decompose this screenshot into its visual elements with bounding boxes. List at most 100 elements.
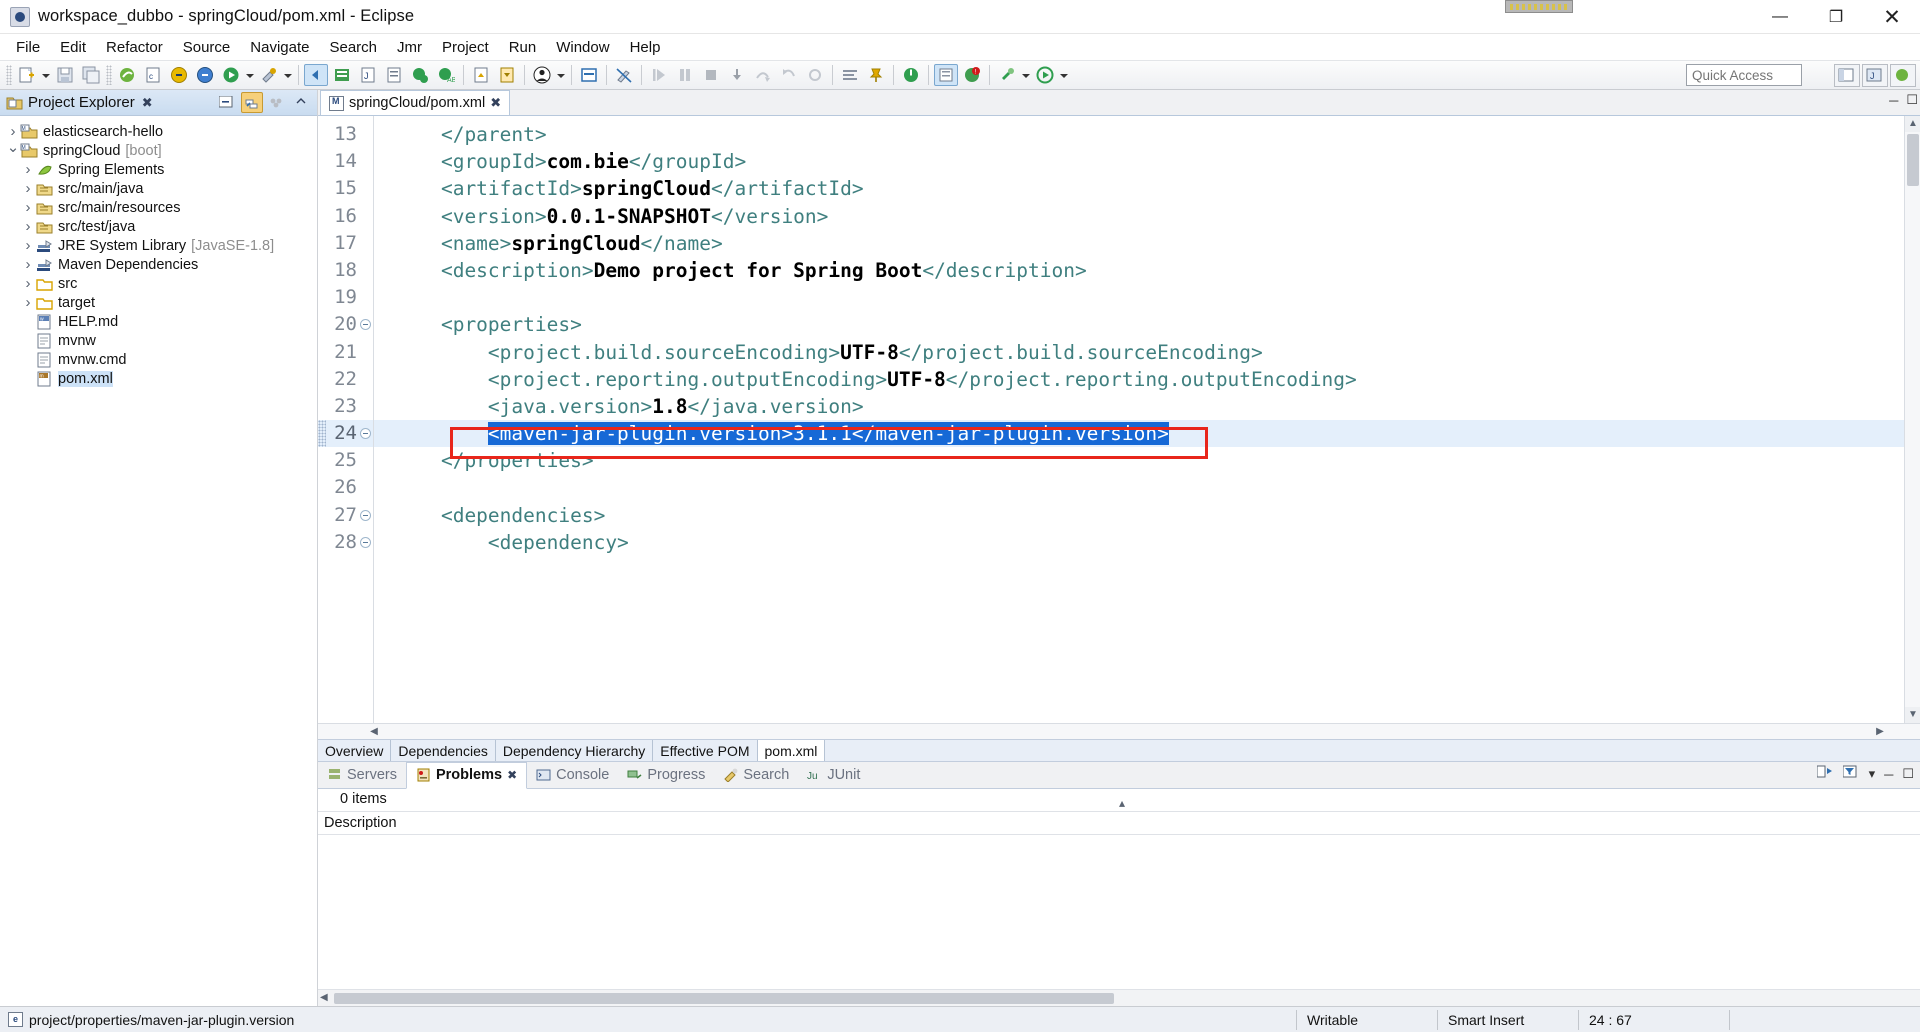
pom-page-tab-overview[interactable]: Overview	[318, 740, 392, 761]
step-into-icon[interactable]	[725, 64, 749, 86]
editor-tab-close-icon[interactable]: ✖	[490, 95, 501, 111]
scroll-right-icon[interactable]: ▶	[1872, 724, 1888, 740]
code-line[interactable]: <java.version>1.8</java.version>	[374, 393, 1904, 420]
problems-column-header[interactable]: Description	[318, 811, 1920, 835]
run-server-arrow-icon[interactable]	[1058, 64, 1070, 86]
chevron-right-icon[interactable]	[21, 237, 35, 254]
toolbar-grip-2[interactable]	[106, 65, 112, 85]
collapse-all-icon[interactable]	[216, 92, 238, 113]
tree-item-jre-system-library[interactable]: JRE System Library[JavaSE-1.8]	[0, 236, 317, 255]
tree-item-maven-dependencies[interactable]: Maven Dependencies	[0, 255, 317, 274]
bottom-view-maximize-icon[interactable]: ☐	[1902, 766, 1914, 782]
sort-caret-icon[interactable]: ▴	[1119, 796, 1125, 810]
next-annotation-icon[interactable]	[469, 64, 493, 86]
problems-filter-icon[interactable]	[1842, 765, 1860, 783]
code-line[interactable]: </parent>	[374, 121, 1904, 148]
pin-console-icon[interactable]	[864, 64, 888, 86]
tree-item-spring-elements[interactable]: Spring Elements	[0, 160, 317, 179]
menu-window[interactable]: Window	[546, 37, 619, 58]
chevron-down-icon[interactable]	[6, 142, 20, 160]
editor-minimize-icon[interactable]: ─	[1889, 93, 1898, 108]
problems-scroll-thumb[interactable]	[334, 993, 1114, 1004]
bottom-tab-search[interactable]: Search	[714, 764, 798, 786]
restart-server-icon[interactable]	[899, 64, 923, 86]
xml-source-editor[interactable]: 13 14 15 16 17 18 19 20 21 22 23 24 25 26 27 28 </paren…	[318, 116, 1920, 723]
code-line[interactable]: <description>Demo project for Spring Boo…	[374, 257, 1904, 284]
step-return-icon[interactable]	[777, 64, 801, 86]
maximize-button[interactable]: ❐	[1808, 0, 1864, 34]
drop-to-frame-icon[interactable]	[803, 64, 827, 86]
show-view-icon[interactable]	[934, 64, 958, 86]
open-resource-icon[interactable]: J	[356, 64, 380, 86]
code-line[interactable]: <name>springCloud</name>	[374, 230, 1904, 257]
toggle-markoccurrences-icon[interactable]	[382, 64, 406, 86]
step-over-icon[interactable]	[751, 64, 775, 86]
new-file-icon[interactable]	[15, 64, 39, 86]
minimize-view-icon[interactable]	[291, 92, 313, 113]
run-debug-icon[interactable]	[167, 64, 191, 86]
tree-item-springcloud[interactable]: MspringCloud[boot]	[0, 141, 317, 160]
bottom-tab-problems[interactable]: Problems ✖	[405, 761, 528, 789]
external-tools-icon[interactable]	[257, 64, 281, 86]
spring-boot-icon[interactable]	[115, 64, 139, 86]
scroll-down-icon[interactable]: ▼	[1905, 707, 1920, 723]
menu-run[interactable]: Run	[499, 37, 547, 58]
minimize-button[interactable]: —	[1752, 0, 1808, 34]
tree-item-target[interactable]: target	[0, 293, 317, 312]
search-references-icon[interactable]: AB	[434, 64, 458, 86]
focus-on-selection-icon[interactable]	[1816, 765, 1834, 783]
run-as-icon[interactable]	[219, 64, 243, 86]
code-line[interactable]: <project.build.sourceEncoding>UTF-8</pro…	[374, 339, 1904, 366]
tree-item-help-md[interactable]: w HELP.md	[0, 312, 317, 331]
debug-icon[interactable]	[193, 64, 217, 86]
search-declaration-icon[interactable]	[408, 64, 432, 86]
chevron-right-icon[interactable]	[6, 123, 20, 140]
tree-item-src-test-java[interactable]: src/test/java	[0, 217, 317, 236]
scroll-up-icon[interactable]: ▲	[1905, 116, 1920, 132]
problems-horizontal-scrollbar[interactable]: ◀	[318, 989, 1920, 1006]
bottom-tab-close-icon[interactable]: ✖	[507, 768, 517, 782]
fold-toggle-icon[interactable]	[360, 536, 371, 548]
pom-page-tab-dependencies[interactable]: Dependencies	[391, 740, 496, 761]
chevron-right-icon[interactable]	[21, 161, 35, 178]
fold-toggle-icon[interactable]	[360, 428, 371, 440]
new-java-class-icon[interactable]: c	[141, 64, 165, 86]
maven-build-icon[interactable]	[995, 64, 1019, 86]
problems-table-body[interactable]: ◀	[318, 835, 1920, 1006]
scroll-left-icon[interactable]: ◀	[366, 724, 382, 740]
editor-maximize-icon[interactable]: ☐	[1906, 92, 1918, 108]
code-line[interactable]: <maven-jar-plugin.version>3.1.1</maven-j…	[374, 420, 1904, 448]
open-console-icon[interactable]	[838, 64, 862, 86]
code-line[interactable]: <project.reporting.outputEncoding>UTF-8<…	[374, 366, 1904, 393]
quick-access-input[interactable]	[1686, 64, 1802, 86]
tree-item-src-main-java[interactable]: src/main/java	[0, 179, 317, 198]
deactivate-task-icon[interactable]	[612, 64, 636, 86]
menu-help[interactable]: Help	[620, 37, 671, 58]
code-line[interactable]: <version>0.0.1-SNAPSHOT</version>	[374, 203, 1904, 230]
terminate-icon[interactable]	[699, 64, 723, 86]
code-line[interactable]: </properties>	[374, 447, 1904, 474]
chevron-right-icon[interactable]	[21, 180, 35, 197]
pom-page-tab-effective-pom[interactable]: Effective POM	[653, 740, 758, 761]
open-type-icon[interactable]	[330, 64, 354, 86]
code-area[interactable]: </parent> <groupId>com.bie</groupId> <ar…	[374, 116, 1904, 723]
project-explorer-tab[interactable]: Project Explorer ✖	[0, 90, 317, 116]
chevron-right-icon[interactable]	[21, 218, 35, 235]
vertical-scroll-thumb[interactable]	[1907, 134, 1919, 186]
editor-tab-pom-xml[interactable]: springCloud/pom.xml ✖	[320, 90, 511, 115]
bottom-tab-servers[interactable]: Servers	[318, 764, 406, 786]
suspend-icon[interactable]	[673, 64, 697, 86]
open-perspective-icon[interactable]	[1834, 64, 1860, 87]
problems-scroll-left-icon[interactable]: ◀	[320, 990, 328, 1006]
bottom-tab-console[interactable]: Console	[527, 764, 618, 786]
external-tools-arrow-icon[interactable]	[282, 64, 294, 86]
user-dropdown-arrow-icon[interactable]	[555, 64, 567, 86]
view-menu-icon[interactable]	[266, 92, 288, 113]
save-all-icon[interactable]	[79, 64, 103, 86]
chevron-right-icon[interactable]	[21, 294, 35, 311]
fold-toggle-icon[interactable]	[360, 319, 371, 331]
menu-refactor[interactable]: Refactor	[96, 37, 173, 58]
editor-vertical-scrollbar[interactable]: ▲ ▼	[1904, 116, 1920, 723]
menu-navigate[interactable]: Navigate	[240, 37, 319, 58]
code-line[interactable]: <dependency>	[374, 529, 1904, 556]
